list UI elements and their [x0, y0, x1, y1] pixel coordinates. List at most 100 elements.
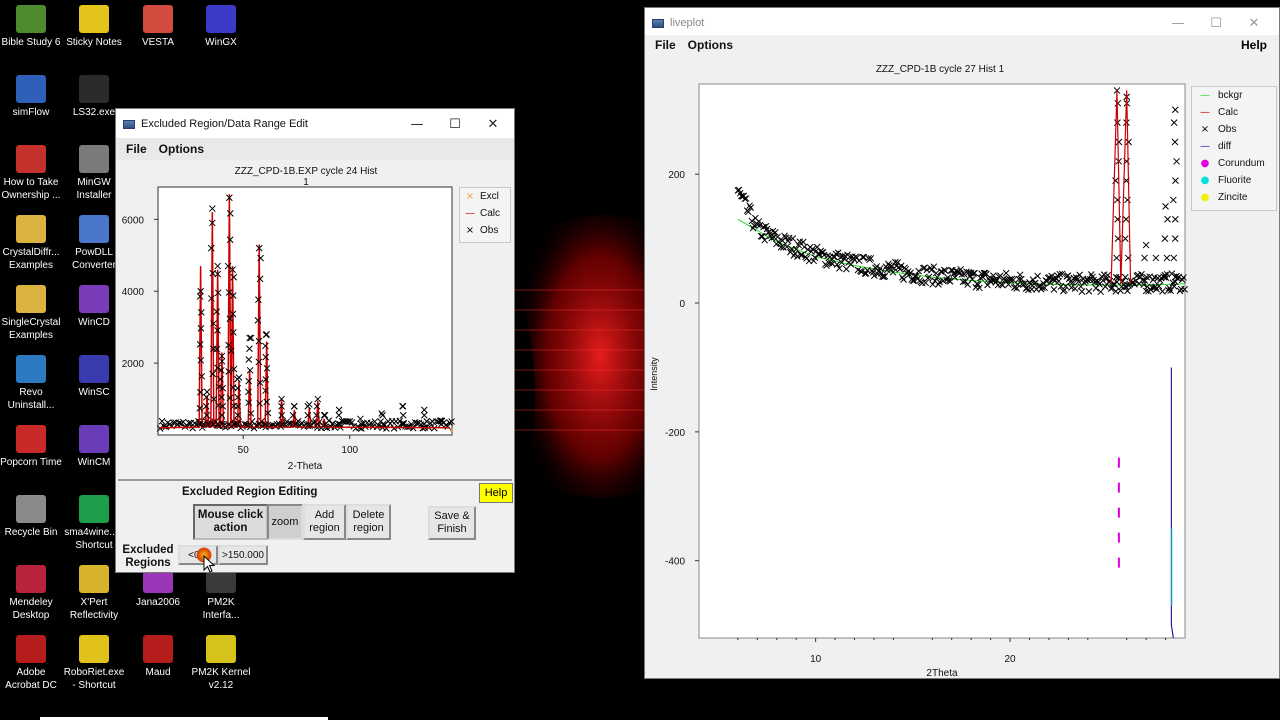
app-icon [652, 18, 664, 28]
help-button[interactable]: Help [479, 483, 513, 503]
app-icon [123, 119, 135, 129]
desktop-icon-label: RoboRiet.exe - Shortcut [63, 667, 125, 691]
menu-bar: File Options [116, 138, 514, 160]
desktop-icon-roboriet-exe-shortcut[interactable]: RoboRiet.exe - Shortcut [62, 635, 126, 692]
minimize-icon[interactable]: — [398, 109, 436, 139]
menu-help[interactable]: Help [1241, 38, 1267, 52]
legend-label: Zincite [1218, 192, 1248, 203]
close-icon[interactable]: ✕ [1235, 8, 1273, 38]
desktop-icon-sticky-notes[interactable]: Sticky Notes [62, 5, 126, 49]
legend-label: Obs [1218, 124, 1237, 135]
legend-swatch: ● [1200, 175, 1210, 186]
region-high-button[interactable]: >150.000 [218, 545, 268, 565]
roboriet-exe-shortcut-icon [79, 635, 109, 663]
legend-item-bckgr: — bckgr [1192, 87, 1276, 104]
y-axis-label: Intensity [649, 357, 659, 391]
menu-options[interactable]: Options [686, 38, 735, 52]
singlecrystal-examples-icon [16, 285, 46, 313]
window-title: liveplot [670, 17, 705, 29]
liveplot-chart[interactable]: -400 -200 0 200 10 20 2Theta Intensity [645, 82, 1191, 680]
y-tick-label: -400 [665, 557, 685, 568]
y-tick-label: 2000 [122, 359, 145, 370]
title-bar[interactable]: liveplot — ☐ ✕ [645, 8, 1279, 38]
y-tick-label: -200 [665, 428, 685, 439]
zoom-button[interactable]: zoom [267, 504, 303, 540]
desktop-icon-label: Revo Uninstall... [7, 387, 55, 411]
desktop-icon-label: SingleCrystal Examples [1, 317, 61, 341]
legend-item-zincite: ● Zincite [1192, 189, 1276, 206]
desktop-icon-label: Mendeley Desktop [9, 597, 53, 621]
legend-label: Calc [480, 208, 501, 219]
menu-file[interactable]: File [124, 142, 149, 156]
crystaldiffr-examples-icon [16, 215, 46, 243]
desktop-icon-popcorn-time[interactable]: Popcorn Time [0, 425, 63, 469]
x-pert-reflectivity-icon [79, 565, 109, 593]
menu-options[interactable]: Options [157, 142, 206, 156]
divider [118, 479, 512, 481]
desktop-icon-bible-study-6[interactable]: Bible Study 6 [0, 5, 63, 49]
vesta-icon [143, 5, 173, 33]
desktop-icon-vesta[interactable]: VESTA [126, 5, 190, 49]
plot-title: ZZZ_CPD-1B cycle 27 Hist 1 [875, 64, 1005, 75]
desktop-icon-mendeley-desktop[interactable]: Mendeley Desktop [0, 565, 63, 622]
desktop-icon-pm2k-interfa[interactable]: PM2K Interfa... [189, 565, 253, 622]
desktop-icon-label: Maud [145, 667, 171, 678]
simflow-icon [16, 75, 46, 103]
bible-study-6-icon [16, 5, 46, 33]
legend-label: Calc [1218, 107, 1239, 118]
desktop-icon-label: CrystalDiffr... Examples [2, 247, 60, 271]
excluded-regions-label: Excluded Regions [122, 544, 174, 569]
revo-uninstall-icon [16, 355, 46, 383]
legend-label: bckgr [1218, 90, 1243, 101]
legend-swatch: × [1200, 124, 1210, 135]
maximize-icon[interactable]: ☐ [436, 109, 474, 139]
close-icon[interactable]: ✕ [474, 109, 512, 139]
mouse-click-action-label: Mouse click action [193, 504, 268, 540]
desktop-icon-maud[interactable]: Maud [126, 635, 190, 679]
desktop-icon-singlecrystal-examples[interactable]: SingleCrystal Examples [0, 285, 63, 342]
desktop-icon-how-to-take-ownership[interactable]: How to Take Ownership ... [0, 145, 63, 202]
mingw-installer-icon [79, 145, 109, 173]
desktop-icon-label: Sticky Notes [66, 37, 122, 48]
legend-label: Obs [480, 225, 499, 236]
powdll-converter-icon [79, 215, 109, 243]
wincm-icon [79, 425, 109, 453]
legend-item-calc: — Calc [1192, 104, 1276, 121]
legend-item-excl: × Excl [460, 188, 510, 205]
legend-swatch: × [465, 191, 475, 202]
sma4wine-shortcut-icon [79, 495, 109, 523]
desktop-icon-crystaldiffr-examples[interactable]: CrystalDiffr... Examples [0, 215, 63, 272]
desktop-icon-pm2k-kernel-v2-12[interactable]: PM2K Kernel v2.12 [189, 635, 253, 692]
desktop-icon-label: simFlow [12, 107, 50, 118]
legend-label: diff [1218, 141, 1232, 152]
y-tick-label: 200 [668, 170, 685, 181]
x-axis-label: 2Theta [926, 668, 958, 679]
x-axis-label: 2-Theta [288, 461, 323, 472]
diffraction-plot[interactable]: 2000 4000 6000 50 100 2-Theta [116, 181, 456, 479]
ls32-exe-icon [79, 75, 109, 103]
save-finish-button[interactable]: Save & Finish [428, 506, 476, 540]
winsc-icon [79, 355, 109, 383]
desktop-icon-x-pert-reflectivity[interactable]: X'Pert Reflectivity [62, 565, 126, 622]
minimize-icon[interactable]: — [1159, 8, 1197, 38]
y-tick-label: 4000 [122, 287, 145, 298]
desktop-icon-recycle-bin[interactable]: Recycle Bin [0, 495, 63, 539]
recycle-bin-icon [16, 495, 46, 523]
legend-item-calc: — Calc [460, 205, 510, 222]
delete-region-button[interactable]: Delete region [346, 504, 391, 540]
desktop-icon-label: Popcorn Time [0, 457, 62, 468]
popcorn-time-icon [16, 425, 46, 453]
desktop-icon-revo-uninstall[interactable]: Revo Uninstall... [0, 355, 63, 412]
plot-legend: × Excl — Calc × Obs [459, 187, 511, 243]
legend-item-obs: × Obs [460, 222, 510, 239]
maximize-icon[interactable]: ☐ [1197, 8, 1235, 38]
menu-file[interactable]: File [653, 38, 678, 52]
desktop-icon-wingx[interactable]: WinGX [189, 5, 253, 49]
legend-label: Fluorite [1218, 175, 1252, 186]
desktop-icon-adobe-acrobat-dc[interactable]: Adobe Acrobat DC [0, 635, 63, 692]
add-region-button[interactable]: Add region [303, 504, 346, 540]
desktop-icon-simflow[interactable]: simFlow [0, 75, 63, 119]
desktop-icon-label: How to Take Ownership ... [1, 177, 61, 201]
title-bar[interactable]: Excluded Region/Data Range Edit — ☐ ✕ [116, 109, 514, 139]
desktop-icon-label: PM2K Interfa... [202, 597, 240, 621]
